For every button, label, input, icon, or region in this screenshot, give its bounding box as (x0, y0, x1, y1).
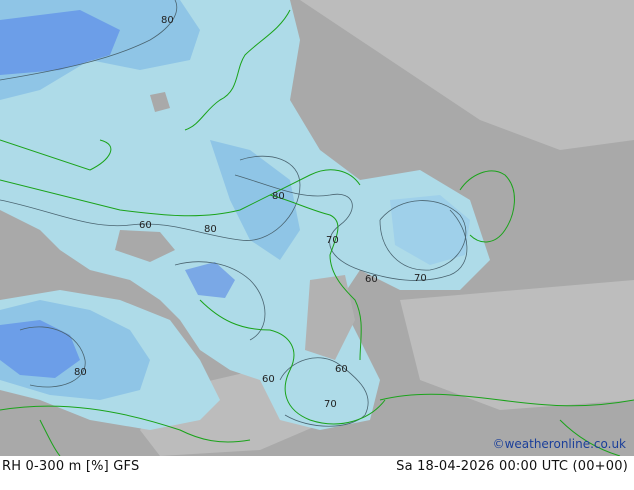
contour-label: 60 (335, 364, 348, 375)
product-label: RH 0-300 m [%] GFS (2, 459, 140, 474)
valid-time-label: Sa 18-04-2026 00:00 UTC (00+00) (396, 459, 628, 474)
contour-label: 70 (326, 235, 339, 246)
contour-label: 70 (414, 273, 427, 284)
contour-label: 80 (272, 191, 285, 202)
contour-label: 80 (161, 15, 174, 26)
contour-label: 60 (365, 274, 378, 285)
copyright-link[interactable]: ©weatheronline.co.uk (493, 437, 626, 451)
weather-map: 80 60 80 80 70 60 70 80 60 60 70 (0, 0, 634, 456)
contour-label: 80 (204, 224, 217, 235)
map-canvas: 80 60 80 80 70 60 70 80 60 60 70 (0, 0, 634, 456)
contour-label: 60 (262, 374, 275, 385)
contour-label: 80 (74, 367, 87, 378)
contour-label: 60 (139, 220, 152, 231)
footer-bar: RH 0-300 m [%] GFS Sa 18-04-2026 00:00 U… (0, 456, 634, 490)
contour-label: 70 (324, 399, 337, 410)
